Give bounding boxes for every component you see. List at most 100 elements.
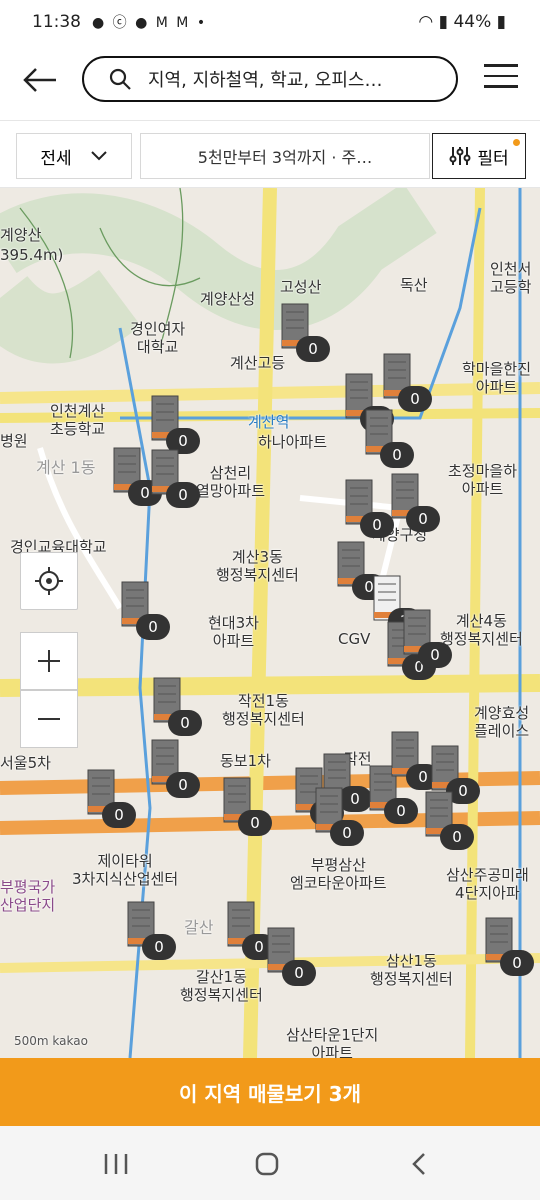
- building-marker[interactable]: 0: [122, 898, 176, 960]
- location-target-icon: [35, 567, 63, 595]
- my-location-button[interactable]: [20, 552, 78, 610]
- hamburger-icon: [484, 64, 518, 67]
- map-label: 계산 1동: [36, 458, 96, 477]
- building-marker[interactable]: 0: [332, 538, 386, 600]
- map-label: 서울5차: [0, 754, 51, 772]
- deal-type-label: 전세: [40, 148, 72, 169]
- listing-count-badge[interactable]: 0: [166, 482, 200, 508]
- map-label: 제이타워 3차지식산업센터: [72, 852, 179, 888]
- wifi-icon: ◠: [418, 12, 434, 32]
- filter-active-dot: [513, 139, 520, 146]
- building-marker[interactable]: 0: [146, 392, 200, 454]
- back-nav-icon[interactable]: [412, 1153, 425, 1175]
- zoom-in-button[interactable]: [20, 632, 78, 690]
- back-button[interactable]: [20, 60, 60, 100]
- building-marker[interactable]: 0: [218, 774, 272, 836]
- building-marker[interactable]: 0: [116, 578, 170, 640]
- map-label: 계산4동 행정복지센터: [440, 612, 523, 648]
- building-marker[interactable]: 0: [310, 784, 364, 846]
- map-label: CGV: [338, 630, 371, 648]
- building-marker[interactable]: 0: [108, 444, 162, 506]
- top-bar: 지역, 지하철역, 학교, 오피스…: [0, 46, 540, 120]
- map-label: 갈산1동 행정복지센터: [180, 968, 263, 1004]
- listing-count-badge[interactable]: 0: [142, 934, 176, 960]
- map-label: 부평국가 산업단지: [0, 878, 56, 914]
- building-marker[interactable]: 0: [262, 924, 316, 986]
- home-icon[interactable]: [255, 1152, 279, 1176]
- building-marker[interactable]: 0: [386, 470, 440, 532]
- map-label: 독산: [400, 276, 428, 294]
- map-label: 계양산: [0, 226, 42, 244]
- map-label: 삼산타운1단지 아파트: [286, 1026, 379, 1058]
- sliders-icon: [449, 147, 471, 165]
- listing-count-badge[interactable]: 0: [406, 506, 440, 532]
- listing-count-badge[interactable]: 0: [168, 710, 202, 736]
- map-view[interactable]: 계양산 395.4m) 고성산 독산 인천서 고등학 계양산성 경인여자 대학교…: [0, 188, 540, 1058]
- building-marker[interactable]: 0: [480, 914, 534, 976]
- menu-button[interactable]: [484, 64, 518, 94]
- map-scale: 500m kakao: [14, 1034, 88, 1048]
- map-label: 현대3차 아파트: [208, 614, 259, 650]
- map-label: 초정마을하 아파트: [448, 462, 518, 498]
- arrow-left-icon: [23, 68, 56, 92]
- building-marker[interactable]: 0: [360, 406, 414, 468]
- minus-icon: [38, 718, 60, 720]
- listing-count-badge[interactable]: 0: [296, 336, 330, 362]
- search-input[interactable]: 지역, 지하철역, 학교, 오피스…: [82, 56, 458, 102]
- map-label: 경인여자 대학교: [130, 320, 186, 356]
- battery-icon: ▮: [496, 12, 506, 32]
- map-label: 395.4m): [0, 246, 64, 264]
- listing-count-badge[interactable]: 0: [500, 950, 534, 976]
- map-label: 학마을한진 아파트: [462, 360, 532, 396]
- battery-level: 44%: [453, 12, 492, 32]
- map-label: 계산고등: [230, 354, 286, 372]
- view-listings-button[interactable]: 이 지역 매물보기 3개: [0, 1058, 540, 1126]
- building-marker[interactable]: 0: [398, 606, 452, 668]
- filter-button[interactable]: 필터: [432, 133, 526, 179]
- building-marker[interactable]: 0: [148, 674, 202, 736]
- status-bar: 11:38 ● ⓒ ● M M • ◠ ▮ 44% ▮: [0, 0, 540, 46]
- zoom-out-button[interactable]: [20, 690, 78, 748]
- map-label: 인천서 고등학: [490, 260, 532, 296]
- building-marker[interactable]: 0: [340, 476, 394, 538]
- building-marker[interactable]: 0: [82, 766, 136, 828]
- building-marker[interactable]: 0: [146, 446, 200, 508]
- listing-count-badge[interactable]: 0: [166, 772, 200, 798]
- building-marker[interactable]: 0: [222, 898, 276, 960]
- deal-type-dropdown[interactable]: 전세: [16, 133, 132, 179]
- map-label: 인천계산 초등학교: [50, 402, 106, 438]
- listing-count-badge[interactable]: 0: [136, 614, 170, 640]
- listing-count-badge[interactable]: 0: [282, 960, 316, 986]
- map-label: 계양효성 플레이스: [474, 704, 530, 740]
- listing-count-badge[interactable]: 0: [440, 824, 474, 850]
- map-label: 고성산: [280, 278, 322, 296]
- plus-icon: [38, 650, 60, 672]
- listing-count-badge[interactable]: 0: [102, 802, 136, 828]
- notification-icons: ● ⓒ ● M M •: [92, 15, 208, 31]
- price-range-selector[interactable]: 5천만부터 3억까지 · 주…: [140, 133, 430, 179]
- listing-count-badge[interactable]: 0: [380, 442, 414, 468]
- map-label: 갈산: [184, 918, 214, 937]
- listing-count-badge[interactable]: 0: [384, 798, 418, 824]
- chevron-down-icon: [90, 151, 107, 161]
- map-label: 하나아파트: [258, 433, 328, 451]
- signal-icon: ▮: [438, 12, 449, 32]
- building-marker[interactable]: 0: [146, 736, 200, 798]
- listing-count-badge[interactable]: 0: [398, 386, 432, 412]
- map-label: 계산3동 행정복지센터: [216, 548, 299, 584]
- filter-bar: 전세 5천만부터 3억까지 · 주… 필터: [0, 120, 540, 188]
- listing-count-badge[interactable]: 0: [238, 810, 272, 836]
- map-label: 병원: [0, 432, 28, 450]
- building-marker[interactable]: 0: [276, 300, 330, 362]
- listing-count-badge[interactable]: 0: [330, 820, 364, 846]
- recents-icon[interactable]: [104, 1154, 128, 1174]
- filter-label: 필터: [477, 148, 509, 169]
- listing-count-badge[interactable]: 0: [418, 642, 452, 668]
- map-label: 삼천리 열망아파트: [196, 464, 266, 500]
- search-icon: [109, 68, 131, 90]
- building-marker[interactable]: 0: [378, 350, 432, 412]
- price-range-label: 5천만부터 3억까지 · 주…: [197, 148, 373, 167]
- building-marker[interactable]: 0: [420, 788, 474, 850]
- status-time: 11:38: [32, 12, 81, 32]
- building-marker[interactable]: 0: [386, 728, 440, 790]
